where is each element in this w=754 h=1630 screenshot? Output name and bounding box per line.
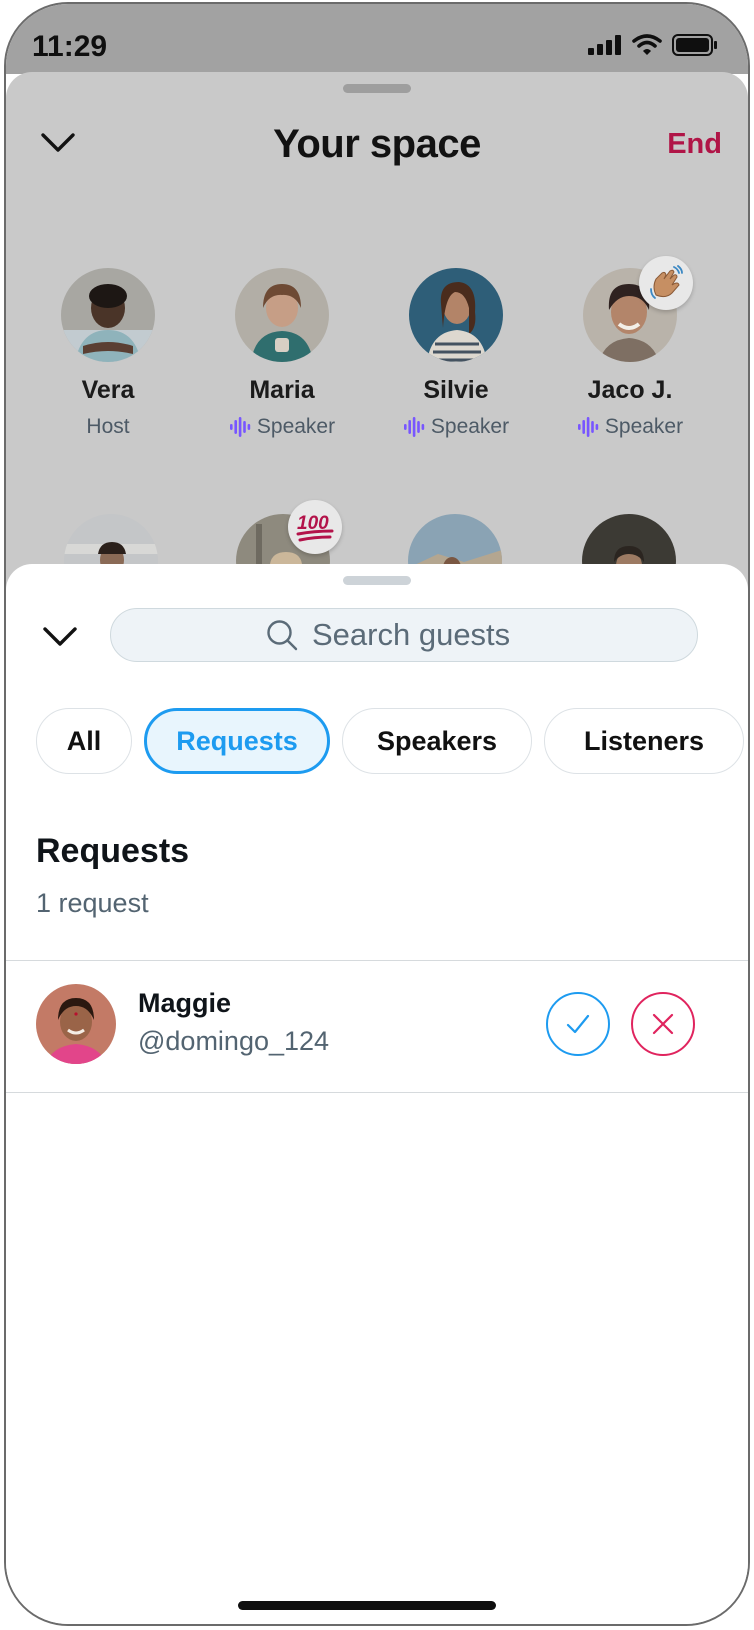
search-icon bbox=[267, 620, 298, 651]
maria-avatar-photo bbox=[235, 268, 329, 362]
collapse-sheet-chevron-icon[interactable] bbox=[42, 626, 78, 648]
filter-chip-speakers[interactable]: Speakers bbox=[342, 708, 532, 774]
participant-role-label: Speaker bbox=[256, 415, 336, 438]
avatar bbox=[583, 256, 693, 362]
speaker-waveform-icon bbox=[403, 417, 425, 437]
space-sheet-grabber[interactable] bbox=[343, 84, 411, 93]
participant-role: Speaker bbox=[540, 415, 720, 439]
request-count: 1 request bbox=[36, 888, 149, 918]
participant-role-label: Host bbox=[86, 415, 130, 438]
cellular-signal-icon bbox=[588, 35, 621, 55]
battery-icon bbox=[672, 34, 717, 56]
end-space-button[interactable]: End bbox=[667, 128, 722, 161]
home-indicator[interactable] bbox=[238, 1601, 496, 1610]
section-title: Requests bbox=[36, 832, 190, 870]
avatar bbox=[235, 268, 329, 362]
maggie-avatar-photo bbox=[36, 984, 116, 1064]
request-handle: @domingo_124 bbox=[138, 1026, 330, 1056]
guests-bottom-sheet: All Requests Speakers Listeners Requests… bbox=[6, 564, 748, 1624]
speaker-waveform-icon bbox=[577, 417, 599, 437]
request-name: Maggie bbox=[138, 988, 232, 1018]
participant-role-label: Speaker bbox=[430, 415, 510, 438]
status-bar: 11:29 bbox=[6, 4, 748, 74]
participant-name: Vera bbox=[81, 376, 135, 404]
participant-jaco[interactable]: Jaco J. Speaker bbox=[540, 256, 720, 439]
participant-role: Host bbox=[18, 415, 198, 439]
participant-role: Speaker bbox=[192, 415, 372, 439]
vera-avatar-photo bbox=[61, 268, 155, 362]
participant-name: Jaco J. bbox=[587, 376, 673, 404]
avatar bbox=[61, 268, 155, 362]
avatar bbox=[409, 268, 503, 362]
participant-role-label: Speaker bbox=[604, 415, 684, 438]
speaker-waveform-icon bbox=[229, 417, 251, 437]
search-guests-input[interactable] bbox=[312, 617, 542, 653]
status-icons bbox=[588, 34, 718, 56]
participant-silvie[interactable]: Silvie Speaker bbox=[366, 268, 546, 439]
divider bbox=[6, 960, 748, 961]
filter-chip-listeners[interactable]: Listeners bbox=[544, 708, 744, 774]
checkmark-icon bbox=[566, 1014, 590, 1034]
participant-maria[interactable]: Maria Speaker bbox=[192, 268, 372, 439]
space-title: Your space bbox=[273, 122, 481, 166]
guests-sheet-grabber[interactable] bbox=[343, 576, 411, 585]
search-guests-box[interactable] bbox=[110, 608, 698, 662]
participant-name: Silvie bbox=[423, 376, 489, 404]
silvie-avatar-photo bbox=[409, 268, 503, 362]
status-time: 11:29 bbox=[32, 30, 108, 63]
participant-role: Speaker bbox=[366, 415, 546, 439]
hundred-points-emoji-icon: 100 bbox=[288, 500, 342, 554]
decline-request-button[interactable] bbox=[631, 992, 695, 1056]
accept-request-button[interactable] bbox=[546, 992, 610, 1056]
clapping-hands-emoji-icon bbox=[639, 256, 693, 310]
close-icon bbox=[652, 1013, 674, 1035]
phone-frame: 11:29 Your space End Vera Host Maria Spe… bbox=[4, 2, 750, 1626]
divider bbox=[6, 1092, 748, 1093]
filter-chip-all[interactable]: All bbox=[36, 708, 132, 774]
wifi-icon bbox=[632, 34, 662, 55]
filter-chip-requests[interactable]: Requests bbox=[144, 708, 330, 774]
participant-name: Maria bbox=[249, 376, 315, 404]
participant-vera[interactable]: Vera Host bbox=[18, 268, 198, 439]
